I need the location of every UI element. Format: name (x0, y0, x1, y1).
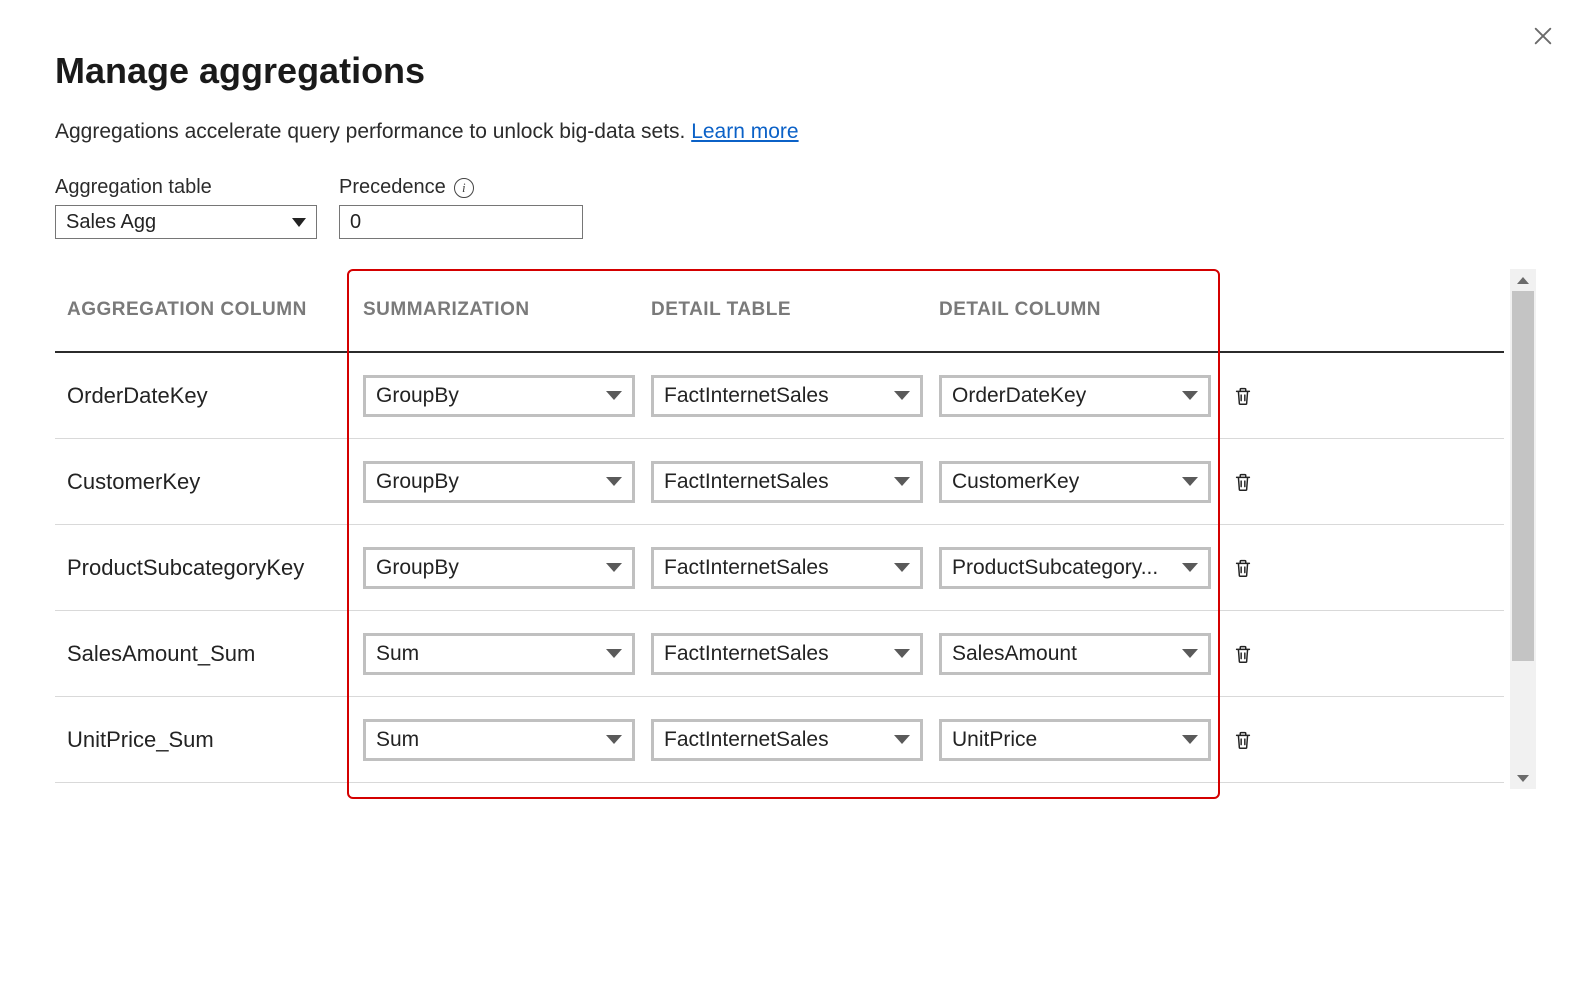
precedence-input[interactable]: 0 (339, 205, 583, 239)
detail-table-select[interactable]: FactInternetSales (651, 633, 923, 675)
chevron-down-icon (606, 735, 622, 744)
trash-icon (1232, 384, 1254, 408)
chevron-down-icon (292, 218, 306, 227)
chevron-down-icon (1182, 391, 1198, 400)
close-icon (1532, 25, 1554, 47)
aggregation-column-value: CustomerKey (55, 469, 355, 495)
delete-row-button[interactable] (1219, 384, 1267, 408)
chevron-up-icon (1517, 277, 1529, 284)
controls-row: Aggregation table Sales Agg Precedence i… (55, 176, 1536, 239)
scroll-up-button[interactable] (1510, 269, 1536, 291)
manage-aggregations-dialog: Manage aggregations Aggregations acceler… (0, 0, 1591, 993)
vertical-scrollbar[interactable] (1510, 269, 1536, 789)
header-summarization: SUMMARIZATION (355, 299, 643, 351)
chevron-down-icon (1182, 735, 1198, 744)
aggregations-table-wrap: AGGREGATION COLUMN SUMMARIZATION DETAIL … (55, 269, 1536, 789)
learn-more-link[interactable]: Learn more (691, 120, 798, 143)
detail-table-select[interactable]: FactInternetSales (651, 547, 923, 589)
chevron-down-icon (606, 649, 622, 658)
summarization-select[interactable]: Sum (363, 719, 635, 761)
detail-column-select[interactable]: CustomerKey (939, 461, 1211, 503)
detail-table-select[interactable]: FactInternetSales (651, 719, 923, 761)
summarization-select[interactable]: GroupBy (363, 547, 635, 589)
detail-column-select[interactable]: ProductSubcategory... (939, 547, 1211, 589)
chevron-down-icon (606, 477, 622, 486)
info-icon[interactable]: i (454, 178, 474, 198)
detail-table-select[interactable]: FactInternetSales (651, 375, 923, 417)
summarization-select[interactable]: GroupBy (363, 461, 635, 503)
precedence-group: Precedence i 0 (339, 176, 583, 239)
aggregations-table: AGGREGATION COLUMN SUMMARIZATION DETAIL … (55, 269, 1504, 789)
description-text: Aggregations accelerate query performanc… (55, 120, 685, 143)
table-row: UnitPrice_Sum Sum FactInternetSales Unit… (55, 697, 1504, 783)
precedence-label: Precedence i (339, 176, 583, 199)
close-button[interactable] (1527, 20, 1559, 52)
delete-row-button[interactable] (1219, 470, 1267, 494)
chevron-down-icon (894, 649, 910, 658)
detail-table-select[interactable]: FactInternetSales (651, 461, 923, 503)
detail-column-select[interactable]: OrderDateKey (939, 375, 1211, 417)
header-delete (1219, 321, 1267, 351)
chevron-down-icon (606, 563, 622, 572)
aggregation-table-value: Sales Agg (66, 211, 156, 234)
table-row: OrderDateKey GroupBy FactInternetSales O… (55, 353, 1504, 439)
aggregation-table-label: Aggregation table (55, 176, 317, 199)
delete-row-button[interactable] (1219, 642, 1267, 666)
trash-icon (1232, 642, 1254, 666)
scroll-down-button[interactable] (1510, 767, 1536, 789)
detail-column-select[interactable]: UnitPrice (939, 719, 1211, 761)
chevron-down-icon (894, 477, 910, 486)
chevron-down-icon (606, 391, 622, 400)
detail-column-select[interactable]: SalesAmount (939, 633, 1211, 675)
chevron-down-icon (1182, 563, 1198, 572)
table-row: SalesAmount_Sum Sum FactInternetSales Sa… (55, 611, 1504, 697)
chevron-down-icon (894, 563, 910, 572)
table-header-row: AGGREGATION COLUMN SUMMARIZATION DETAIL … (55, 269, 1504, 353)
header-detail-table: DETAIL TABLE (643, 299, 931, 351)
dialog-title: Manage aggregations (55, 50, 1536, 92)
summarization-select[interactable]: Sum (363, 633, 635, 675)
delete-row-button[interactable] (1219, 728, 1267, 752)
aggregation-column-value: ProductSubcategoryKey (55, 555, 355, 581)
aggregation-column-value: OrderDateKey (55, 383, 355, 409)
header-aggregation-column: AGGREGATION COLUMN (55, 299, 355, 351)
header-detail-column: DETAIL COLUMN (931, 299, 1219, 351)
aggregation-column-value: SalesAmount_Sum (55, 641, 355, 667)
scrollbar-thumb[interactable] (1512, 291, 1534, 661)
aggregation-table-select[interactable]: Sales Agg (55, 205, 317, 239)
dialog-description: Aggregations accelerate query performanc… (55, 120, 1536, 144)
trash-icon (1232, 728, 1254, 752)
chevron-down-icon (1182, 649, 1198, 658)
chevron-down-icon (894, 391, 910, 400)
trash-icon (1232, 470, 1254, 494)
chevron-down-icon (1517, 775, 1529, 782)
trash-icon (1232, 556, 1254, 580)
aggregation-table-group: Aggregation table Sales Agg (55, 176, 317, 239)
delete-row-button[interactable] (1219, 556, 1267, 580)
precedence-value: 0 (350, 211, 361, 234)
chevron-down-icon (894, 735, 910, 744)
table-row: CustomerKey GroupBy FactInternetSales Cu… (55, 439, 1504, 525)
aggregation-column-value: UnitPrice_Sum (55, 727, 355, 753)
precedence-label-text: Precedence (339, 176, 446, 199)
chevron-down-icon (1182, 477, 1198, 486)
table-row: ProductSubcategoryKey GroupBy FactIntern… (55, 525, 1504, 611)
summarization-select[interactable]: GroupBy (363, 375, 635, 417)
